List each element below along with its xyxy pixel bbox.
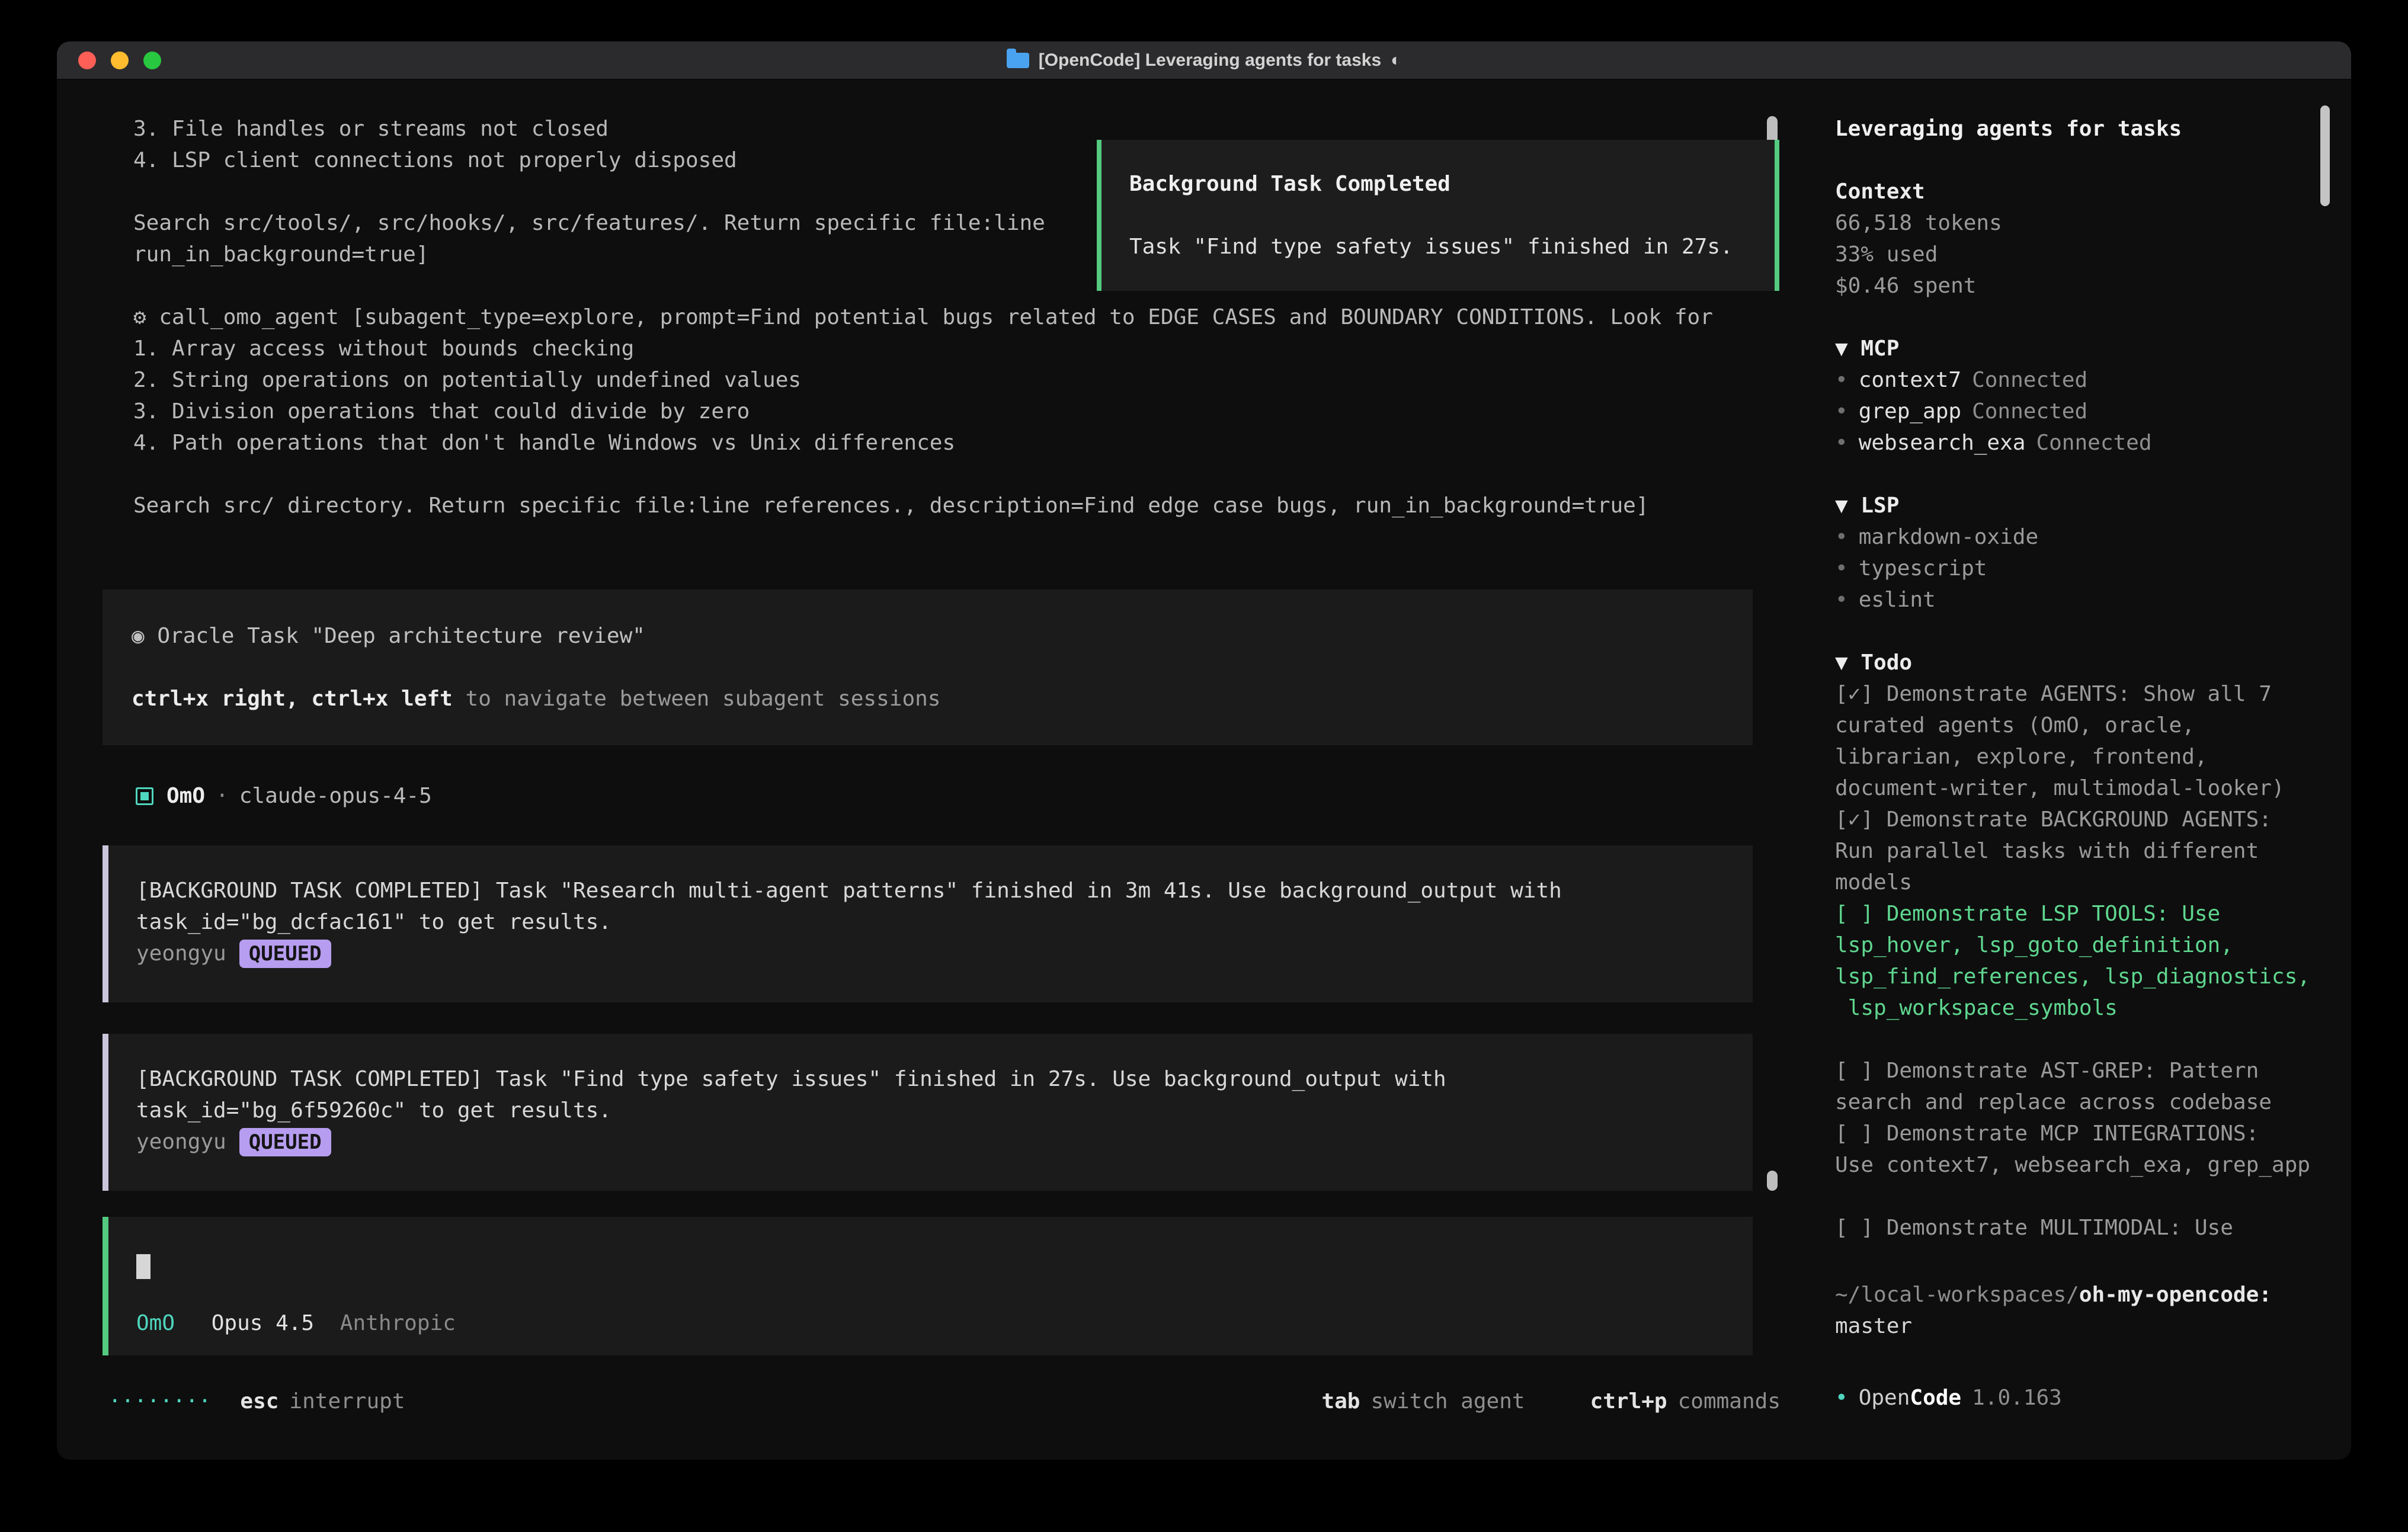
window-content: 3. File handles or streams not closed 4.… <box>57 80 2351 1460</box>
main-scrollbar-end[interactable] <box>1767 1171 1778 1191</box>
mcp-item: •context7Connected <box>1835 364 2327 396</box>
todo-heading[interactable]: ▼ Todo <box>1835 647 2327 678</box>
activity-dots-icon: ········ <box>108 1386 211 1417</box>
mcp-heading[interactable]: ▼ MCP <box>1835 333 2327 364</box>
message-meta: yeongyu QUEUED <box>136 1126 1725 1158</box>
toast-body: Task "Find type safety issues" finished … <box>1129 231 1775 262</box>
session-title: Leveraging agents for tasks <box>1835 113 2327 145</box>
status-badge: QUEUED <box>239 940 331 968</box>
lsp-section: ▼ LSP •markdown-oxide •typescript •eslin… <box>1835 490 2327 616</box>
toast-notification: Background Task Completed Task "Find typ… <box>1097 140 1779 291</box>
spinner-icon: ◐ <box>1391 50 1401 70</box>
oracle-task-label: ◉ Oracle Task "Deep architecture review" <box>132 620 1724 652</box>
mcp-item: •grep_appConnected <box>1835 396 2327 427</box>
todo-item-pending: [ ] Demonstrate MULTIMODAL: Use <box>1835 1212 2327 1243</box>
hint-text: to navigate between subagent sessions <box>453 687 941 711</box>
input-model-label: Opus 4.5 <box>212 1311 314 1335</box>
agent-name: OmO <box>166 780 205 812</box>
message-author: yeongyu <box>136 938 226 969</box>
agent-checkbox-icon <box>136 787 153 805</box>
context-stats: 66,518 tokens 33% used $0.46 spent <box>1835 207 2327 302</box>
separator-dot: · <box>216 780 229 812</box>
bullet-icon: • <box>1835 399 1848 424</box>
oracle-navigation-hint: ctrl+x right, ctrl+x left to navigate be… <box>132 683 1724 714</box>
app-version: •OpenCode1.0.163 <box>1835 1382 2062 1414</box>
input-line[interactable] <box>136 1250 1725 1281</box>
window-title: [OpenCode] Leveraging agents for tasks ◐ <box>1007 50 1402 70</box>
hint-keys: ctrl+x right, ctrl+x left <box>132 687 453 711</box>
message-author: yeongyu <box>136 1126 226 1158</box>
agent-model: claude-opus-4-5 <box>239 780 432 812</box>
terminal-window: [OpenCode] Leveraging agents for tasks ◐… <box>57 41 2351 1460</box>
lsp-item: •typescript <box>1835 553 2327 584</box>
input-agent-label: OmO <box>136 1311 175 1335</box>
esc-shortcut: esc interrupt <box>240 1386 405 1417</box>
bullet-icon: • <box>1835 368 1848 392</box>
bullet-icon: • <box>1835 431 1848 455</box>
todo-item-pending: [ ] Demonstrate MCP INTEGRATIONS: Use co… <box>1835 1118 2327 1181</box>
sidebar-scrollbar-thumb[interactable] <box>2320 105 2330 206</box>
message-meta: yeongyu QUEUED <box>136 938 1725 969</box>
text-cursor <box>136 1254 150 1279</box>
input-provider-label: Anthropic <box>340 1311 456 1335</box>
todo-item-pending: [ ] Demonstrate AST-GREP: Pattern search… <box>1835 1055 2327 1118</box>
lsp-item: •eslint <box>1835 584 2327 616</box>
workspace-repo: oh-my-opencode: <box>2079 1283 2272 1307</box>
window-title-text: [OpenCode] Leveraging agents for tasks <box>1039 50 1381 70</box>
prompt-input[interactable]: OmO Opus 4.5 Anthropic <box>103 1217 1753 1355</box>
titlebar: [OpenCode] Leveraging agents for tasks ◐ <box>57 41 2351 80</box>
mcp-item: •websearch_exaConnected <box>1835 427 2327 459</box>
oracle-task-banner: ◉ Oracle Task "Deep architecture review"… <box>103 589 1753 745</box>
queued-message: [BACKGROUND TASK COMPLETED] Task "Find t… <box>103 1034 1753 1191</box>
lsp-heading[interactable]: ▼ LSP <box>1835 490 2327 521</box>
context-section: Context 66,518 tokens 33% used $0.46 spe… <box>1835 176 2327 302</box>
toast-title: Background Task Completed <box>1129 168 1775 200</box>
todo-item-active: [ ] Demonstrate LSP TOOLS: Use lsp_hover… <box>1835 898 2327 1024</box>
chat-area: 3. File handles or streams not closed 4.… <box>57 80 1810 1460</box>
workspace-dir: ~/local-workspaces/ <box>1835 1283 2079 1307</box>
message-text: [BACKGROUND TASK COMPLETED] Task "Find t… <box>136 1063 1725 1126</box>
bullet-icon: • <box>1835 1386 1848 1410</box>
bullet-icon: • <box>1835 588 1848 612</box>
git-branch: master <box>1835 1310 2327 1342</box>
minimize-button[interactable] <box>111 52 129 69</box>
todo-item-done: [✓] Demonstrate BACKGROUND AGENTS: Run p… <box>1835 804 2327 898</box>
model-row: OmO Opus 4.5 Anthropic <box>136 1307 1725 1339</box>
traffic-lights <box>78 41 161 79</box>
agent-header: OmO · claude-opus-4-5 <box>136 780 1810 812</box>
bullet-icon: • <box>1835 556 1848 581</box>
status-bar: ········ esc interrupt tab switch agent … <box>108 1386 1781 1417</box>
folder-icon <box>1007 53 1029 68</box>
tab-shortcut: tab switch agent <box>1321 1386 1525 1417</box>
message-text: [BACKGROUND TASK COMPLETED] Task "Resear… <box>136 875 1725 938</box>
todo-item-done: [✓] Demonstrate AGENTS: Show all 7 curat… <box>1835 678 2327 804</box>
context-heading: Context <box>1835 176 2327 207</box>
status-badge: QUEUED <box>239 1128 331 1156</box>
workspace-path: ~/local-workspaces/oh-my-opencode: maste… <box>1835 1279 2327 1342</box>
queued-message: [BACKGROUND TASK COMPLETED] Task "Resear… <box>103 845 1753 1002</box>
lsp-item: •markdown-oxide <box>1835 521 2327 553</box>
bullet-icon: • <box>1835 525 1848 549</box>
todo-section: ▼ Todo [✓] Demonstrate AGENTS: Show all … <box>1835 647 2327 1243</box>
close-button[interactable] <box>78 52 96 69</box>
zoom-button[interactable] <box>143 52 161 69</box>
commands-shortcut: ctrl+p commands <box>1590 1386 1781 1417</box>
sidebar: Leveraging agents for tasks Context 66,5… <box>1810 80 2351 1460</box>
mcp-section: ▼ MCP •context7Connected •grep_appConnec… <box>1835 333 2327 459</box>
